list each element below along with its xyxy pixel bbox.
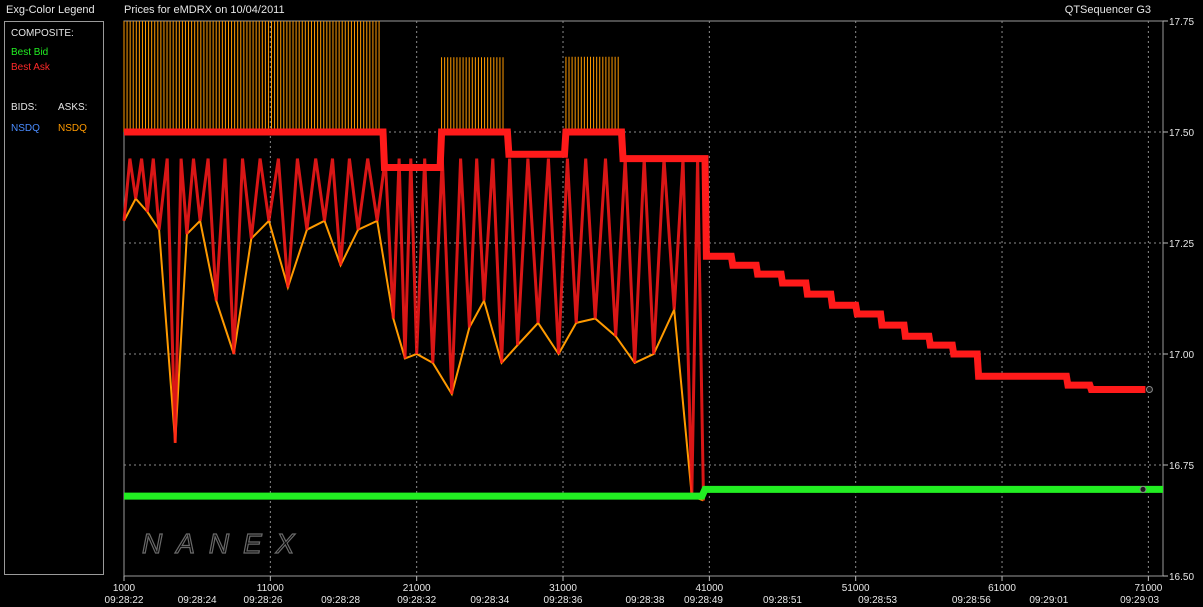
x-tick-label: 61000 xyxy=(988,583,1016,594)
ask-end-marker xyxy=(1145,386,1153,394)
x-tick-label: 51000 xyxy=(842,583,870,594)
y-tick-label: 17.75 xyxy=(1169,17,1194,28)
x-time-label: 09:28:51 xyxy=(763,595,802,606)
x-time-label: 09:28:22 xyxy=(105,595,144,606)
x-time-label: 09:28:34 xyxy=(470,595,509,606)
x-time-label: 09:28:53 xyxy=(858,595,897,606)
y-tick-label: 17.50 xyxy=(1169,128,1194,139)
y-tick-label: 17.25 xyxy=(1169,239,1194,250)
x-time-label: 09:28:26 xyxy=(244,595,283,606)
x-time-label: 09:29:03 xyxy=(1120,595,1159,606)
x-time-label: 09:28:28 xyxy=(321,595,360,606)
nanex-watermark: NANEX xyxy=(142,528,308,559)
x-tick-label: 21000 xyxy=(403,583,431,594)
y-tick-label: 17.00 xyxy=(1169,350,1194,361)
x-time-label: 09:29:01 xyxy=(1029,595,1068,606)
x-time-label: 09:28:36 xyxy=(544,595,583,606)
x-time-label: 09:28:49 xyxy=(684,595,723,606)
price-chart: 17.75 17.50 17.25 17.00 16.75 16.50 1000 11000 2… xyxy=(105,17,1195,606)
x-time-label: 09:28:24 xyxy=(178,595,217,606)
x-tick-label: 31000 xyxy=(549,583,577,594)
y-tick-label: 16.50 xyxy=(1169,572,1194,583)
x-time-label: 09:28:56 xyxy=(952,595,991,606)
x-tick-label: 1000 xyxy=(113,583,136,594)
y-tick-label: 16.75 xyxy=(1169,461,1194,472)
x-tick-label: 71000 xyxy=(1134,583,1162,594)
x-tick-label: 11000 xyxy=(257,583,285,594)
x-tick-label: 41000 xyxy=(695,583,723,594)
best-ask-noise xyxy=(122,158,705,501)
x-time-label: 09:28:38 xyxy=(625,595,664,606)
bid-end-marker xyxy=(1139,485,1147,493)
x-time-label: 09:28:32 xyxy=(397,595,436,606)
best-bid-line xyxy=(124,485,1163,500)
